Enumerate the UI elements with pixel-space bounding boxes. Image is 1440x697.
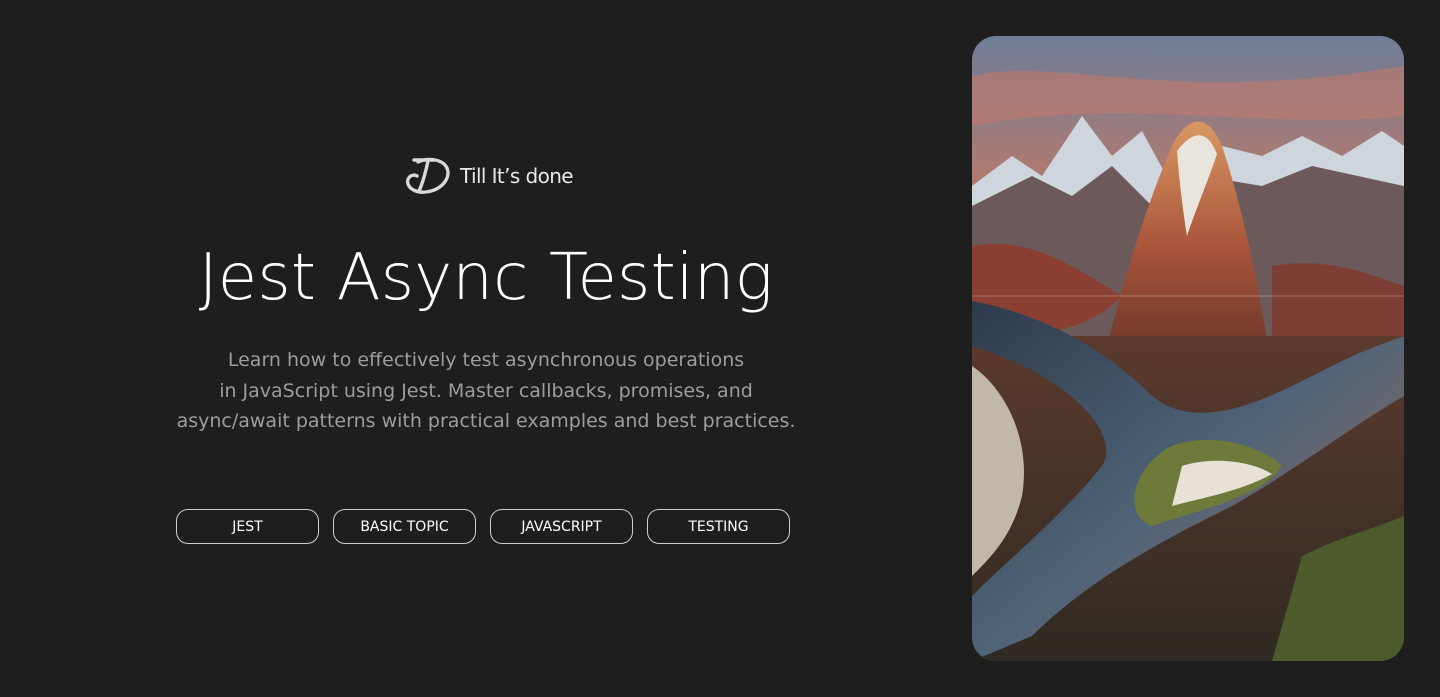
content-section: Till It’s done Jest Async Testing Learn … [0, 0, 972, 697]
page: Till It’s done Jest Async Testing Learn … [0, 0, 1440, 697]
mountain-river-landscape-image [972, 36, 1404, 661]
page-description: Learn how to effectively test asynchrono… [166, 345, 806, 437]
brand-logo[interactable]: Till It’s done [404, 154, 574, 198]
tag-basic-topic-button[interactable]: BASIC TOPIC [333, 509, 476, 544]
d-monogram-icon [405, 157, 450, 194]
page-title: Jest Async Testing [198, 241, 774, 315]
tag-testing-button[interactable]: TESTING [647, 509, 790, 544]
hero-image [972, 36, 1404, 661]
tag-jest-button[interactable]: JEST [176, 509, 319, 544]
description-line: Learn how to effectively test asynchrono… [227, 349, 745, 371]
description-line: in JavaScript using Jest. Master callbac… [219, 379, 753, 402]
tag-javascript-button[interactable]: JAVASCRIPT [490, 509, 633, 544]
brand-name: Till It’s done [460, 164, 574, 188]
description-line: async/await patterns with practical exam… [176, 410, 796, 432]
tag-list: JEST BASIC TOPIC JAVASCRIPT TESTING [176, 509, 790, 544]
